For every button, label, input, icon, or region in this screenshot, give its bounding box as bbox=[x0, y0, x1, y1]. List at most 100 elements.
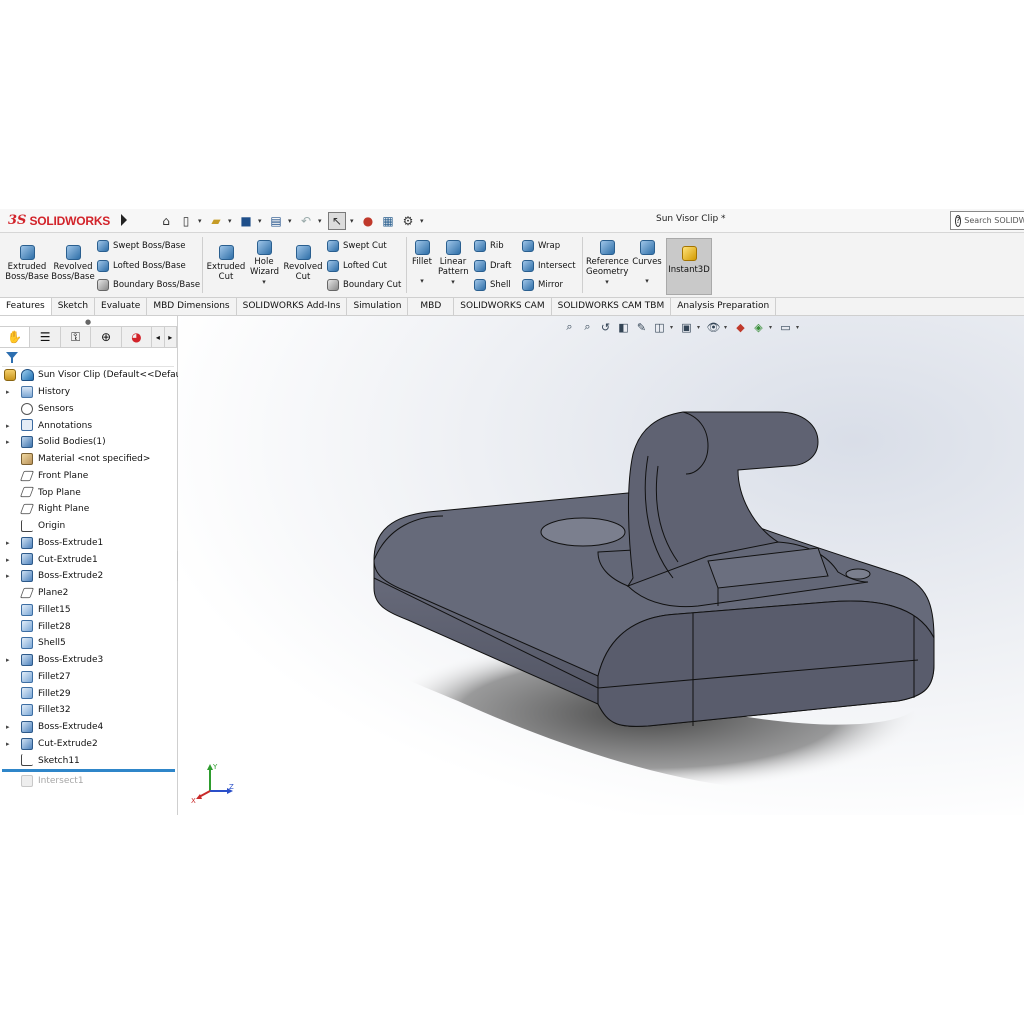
print-icon[interactable]: ▤ bbox=[268, 213, 284, 229]
tree-item[interactable]: ▸ Boss-Extrude3 bbox=[0, 652, 177, 669]
tab-mbd-dimensions[interactable]: MBD Dimensions bbox=[147, 298, 237, 315]
reference-geometry-dropdown-icon[interactable]: ▾ bbox=[586, 277, 628, 287]
instant3d-button[interactable]: Instant3D bbox=[666, 238, 712, 295]
previous-view-icon[interactable]: ↺ bbox=[598, 320, 613, 334]
expand-arrow-icon[interactable]: ▸ bbox=[6, 388, 10, 396]
view-settings-icon[interactable]: ▭ bbox=[778, 320, 793, 334]
tree-item[interactable]: Origin bbox=[0, 518, 177, 535]
tree-item[interactable]: Fillet27 bbox=[0, 669, 177, 686]
tree-item[interactable]: Fillet28 bbox=[0, 618, 177, 635]
select-arrow-icon[interactable]: ↖ bbox=[328, 212, 346, 230]
boundary-cut-button[interactable]: Boundary Cut bbox=[327, 279, 401, 291]
tree-item[interactable]: Material <not specified> bbox=[0, 451, 177, 468]
new-document-icon[interactable]: ▯ bbox=[178, 213, 194, 229]
graphics-area[interactable]: ⌕ ⌕ ↺ ◧ ✎ ◫ ▾ ▣ ▾ 👁 ▾ ◆ ◈ ▾ ▭ ▾ Y Z X bbox=[178, 316, 1024, 815]
extruded-cut-button[interactable]: Extruded Cut bbox=[206, 245, 246, 282]
swept-cut-button[interactable]: Swept Cut bbox=[327, 240, 387, 252]
revolved-boss-button[interactable]: Revolved Boss/Base bbox=[51, 245, 95, 282]
tab-scroll-right-icon[interactable]: ▸ bbox=[165, 327, 177, 347]
traffic-light-icon[interactable]: ● bbox=[360, 213, 376, 229]
tree-item[interactable]: Fillet15 bbox=[0, 602, 177, 619]
tree-item[interactable]: ▸ Cut-Extrude2 bbox=[0, 736, 177, 753]
tree-item[interactable]: Sensors bbox=[0, 401, 177, 418]
tab-solidworks-add-ins[interactable]: SOLIDWORKS Add-Ins bbox=[237, 298, 348, 315]
expand-arrow-icon[interactable]: ▸ bbox=[6, 422, 10, 430]
shell-button[interactable]: Shell bbox=[474, 279, 511, 291]
dimxpert-manager-tab-icon[interactable]: ⊕ bbox=[91, 327, 122, 347]
hole-wizard-button[interactable]: Hole Wizard ▾ bbox=[247, 240, 281, 287]
linear-pattern-button[interactable]: Linear Pattern ▾ bbox=[437, 240, 469, 287]
swept-boss-button[interactable]: Swept Boss/Base bbox=[97, 240, 185, 252]
tab-mbd[interactable]: MBD bbox=[408, 298, 455, 315]
expand-arrow-icon[interactable]: ▸ bbox=[6, 556, 10, 564]
tree-item[interactable]: Sketch11 bbox=[0, 752, 177, 769]
expand-arrow-icon[interactable]: ▸ bbox=[6, 723, 10, 731]
search-field[interactable]: ? Search SOLIDWORKS bbox=[950, 211, 1024, 230]
tree-item[interactable]: Front Plane bbox=[0, 468, 177, 485]
property-manager-tab-icon[interactable]: ☰ bbox=[30, 327, 61, 347]
tab-sketch[interactable]: Sketch bbox=[52, 298, 96, 315]
curves-button[interactable]: Curves ▾ bbox=[632, 240, 662, 286]
mirror-button[interactable]: Mirror bbox=[522, 279, 563, 291]
sun-visor-clip-model[interactable] bbox=[178, 316, 1024, 815]
expand-arrow-icon[interactable]: ▸ bbox=[6, 740, 10, 748]
extruded-boss-button[interactable]: Extruded Boss/Base bbox=[3, 245, 51, 282]
revolved-cut-button[interactable]: Revolved Cut bbox=[283, 245, 323, 282]
fillet-button[interactable]: Fillet ▾ bbox=[409, 240, 435, 286]
edit-appearance-icon[interactable]: ◆ bbox=[733, 320, 748, 334]
hide-show-dropdown-icon[interactable]: ▾ bbox=[724, 324, 730, 331]
open-folder-icon[interactable]: ▰ bbox=[208, 213, 224, 229]
linear-pattern-dropdown-icon[interactable]: ▾ bbox=[437, 277, 469, 287]
panel-grip-icon[interactable]: ● bbox=[85, 318, 91, 326]
view-settings-dropdown-icon[interactable]: ▾ bbox=[796, 324, 802, 331]
print-dropdown-icon[interactable]: ▾ bbox=[288, 217, 294, 225]
display-manager-tab-icon[interactable]: ◕ bbox=[122, 327, 153, 347]
view-orientation-dropdown-icon[interactable]: ▾ bbox=[670, 324, 676, 331]
expand-arrow-icon[interactable]: ▸ bbox=[6, 572, 10, 580]
zoom-to-fit-icon[interactable]: ⌕ bbox=[562, 320, 577, 334]
tree-item[interactable]: ▸ Boss-Extrude4 bbox=[0, 719, 177, 736]
feature-manager-tab-icon[interactable]: ✋ bbox=[0, 327, 31, 347]
display-style-icon[interactable]: ▣ bbox=[679, 320, 694, 334]
home-icon[interactable]: ⌂ bbox=[158, 213, 174, 229]
tree-item[interactable]: ▸ History bbox=[0, 384, 177, 401]
new-dropdown-icon[interactable]: ▾ bbox=[198, 217, 204, 225]
tab-solidworks-cam[interactable]: SOLIDWORKS CAM bbox=[454, 298, 552, 315]
file-properties-icon[interactable]: ▦ bbox=[380, 213, 396, 229]
tab-analysis-preparation[interactable]: Analysis Preparation bbox=[671, 298, 777, 315]
expand-arrow-icon[interactable]: ▸ bbox=[6, 656, 10, 664]
save-dropdown-icon[interactable]: ▾ bbox=[258, 217, 264, 225]
options-gear-icon[interactable]: ⚙ bbox=[400, 213, 416, 229]
tree-item-suppressed[interactable]: Intersect1 bbox=[0, 773, 177, 790]
hole-wizard-dropdown-icon[interactable]: ▾ bbox=[247, 277, 281, 287]
tree-item[interactable]: Right Plane bbox=[0, 501, 177, 518]
menu-expand-arrow-icon[interactable] bbox=[121, 214, 127, 226]
tree-item[interactable]: ▸ Cut-Extrude1 bbox=[0, 551, 177, 568]
display-style-dropdown-icon[interactable]: ▾ bbox=[697, 324, 703, 331]
tree-item[interactable]: Plane2 bbox=[0, 585, 177, 602]
dynamic-annotation-icon[interactable]: ✎ bbox=[634, 320, 649, 334]
hide-show-items-icon[interactable]: 👁 bbox=[706, 320, 721, 334]
tree-item[interactable]: Fillet29 bbox=[0, 685, 177, 702]
select-dropdown-icon[interactable]: ▾ bbox=[350, 217, 356, 225]
apply-scene-dropdown-icon[interactable]: ▾ bbox=[769, 324, 775, 331]
boundary-boss-button[interactable]: Boundary Boss/Base bbox=[97, 279, 200, 291]
options-dropdown-icon[interactable]: ▾ bbox=[420, 217, 426, 225]
intersect-button[interactable]: Intersect bbox=[522, 260, 576, 272]
lofted-cut-button[interactable]: Lofted Cut bbox=[327, 260, 387, 272]
view-orientation-icon[interactable]: ◫ bbox=[652, 320, 667, 334]
reference-geometry-button[interactable]: Reference Geometry ▾ bbox=[586, 240, 629, 287]
fillet-dropdown-icon[interactable]: ▾ bbox=[409, 276, 435, 286]
tree-item[interactable]: Top Plane bbox=[0, 484, 177, 501]
tab-evaluate[interactable]: Evaluate bbox=[95, 298, 148, 315]
tree-item[interactable]: ▸ Boss-Extrude2 bbox=[0, 568, 177, 585]
apply-scene-icon[interactable]: ◈ bbox=[751, 320, 766, 334]
rib-button[interactable]: Rib bbox=[474, 240, 504, 252]
tab-solidworks-cam-tbm[interactable]: SOLIDWORKS CAM TBM bbox=[552, 298, 672, 315]
tree-item[interactable]: ▸ Solid Bodies(1) bbox=[0, 434, 177, 451]
section-view-icon[interactable]: ◧ bbox=[616, 320, 631, 334]
expand-arrow-icon[interactable]: ▸ bbox=[6, 539, 10, 547]
tree-item[interactable]: Shell5 bbox=[0, 635, 177, 652]
tab-scroll-left-icon[interactable]: ◂ bbox=[152, 327, 165, 347]
rollback-bar[interactable] bbox=[2, 769, 175, 772]
